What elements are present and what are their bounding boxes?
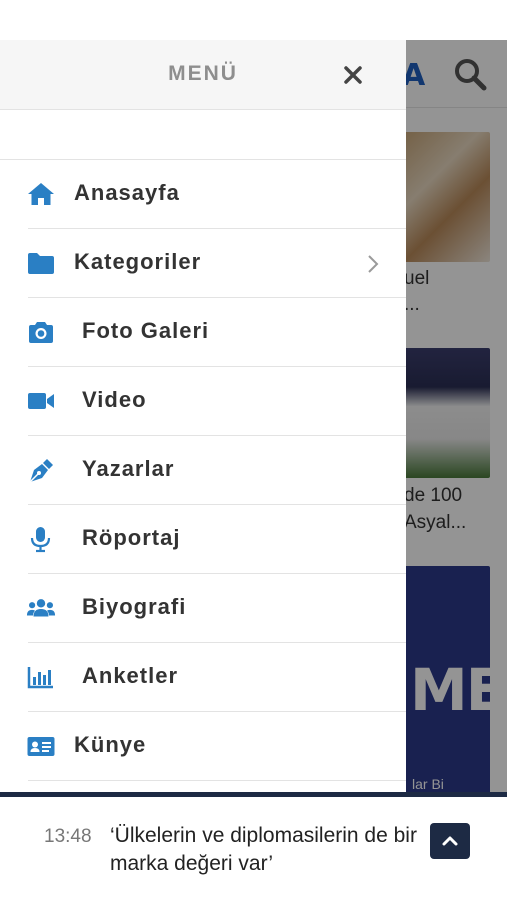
home-icon [28, 183, 54, 205]
side-menu-drawer: MENÜ Anasayfa Kategoriler Foto Galeri Vi… [0, 40, 406, 792]
ticker-time: 13:48 [44, 826, 92, 847]
news-ticker[interactable]: 13:48 ‘Ülkelerin ve diplomasilerin de bi… [0, 797, 507, 900]
id-card-icon [27, 737, 55, 756]
menu-list: Anasayfa Kategoriler Foto Galeri Video Y… [0, 160, 406, 781]
menu-item-label: Foto Galeri [82, 318, 210, 343]
menu-item-anasayfa[interactable]: Anasayfa [0, 160, 406, 229]
pen-icon [29, 459, 53, 483]
screen: A uel ... de 100 Asyal... ME lar Bi MENÜ [0, 0, 507, 900]
menu-item-label: Künye [74, 732, 147, 757]
menu-item-anketler[interactable]: Anketler [0, 643, 406, 712]
menu-item-yazarlar[interactable]: Yazarlar [0, 436, 406, 505]
scroll-to-top-button[interactable] [430, 823, 470, 859]
chart-icon [27, 667, 53, 689]
menu-item-label: Video [82, 387, 147, 412]
drawer-header: MENÜ [0, 40, 406, 110]
ticker-headline[interactable]: ‘Ülkelerin ve diplomasilerin de bir mark… [110, 822, 430, 878]
menu-item-label: Anketler [82, 663, 179, 688]
menu-item-biyografi[interactable]: Biyografi [0, 574, 406, 643]
microphone-icon [30, 527, 51, 553]
folder-icon [28, 253, 54, 274]
menu-item-kategoriler[interactable]: Kategoriler [0, 229, 406, 298]
menu-item-roportaj[interactable]: Röportaj [0, 505, 406, 574]
camera-icon [29, 322, 53, 343]
menu-item-label: Kategoriler [74, 249, 202, 274]
menu-item-label: Röportaj [82, 525, 181, 550]
close-icon[interactable] [340, 62, 366, 88]
menu-item-label: Anasayfa [74, 180, 180, 205]
drawer-spacer [0, 110, 406, 160]
menu-item-label: Yazarlar [82, 456, 175, 481]
menu-item-label: Biyografi [82, 594, 187, 619]
divider [28, 780, 406, 781]
chevron-up-icon [442, 836, 458, 846]
users-icon [26, 599, 56, 617]
menu-item-video[interactable]: Video [0, 367, 406, 436]
menu-item-foto-galeri[interactable]: Foto Galeri [0, 298, 406, 367]
video-icon [28, 393, 54, 409]
chevron-right-icon [368, 255, 379, 273]
menu-item-kunye[interactable]: Künye [0, 712, 406, 781]
